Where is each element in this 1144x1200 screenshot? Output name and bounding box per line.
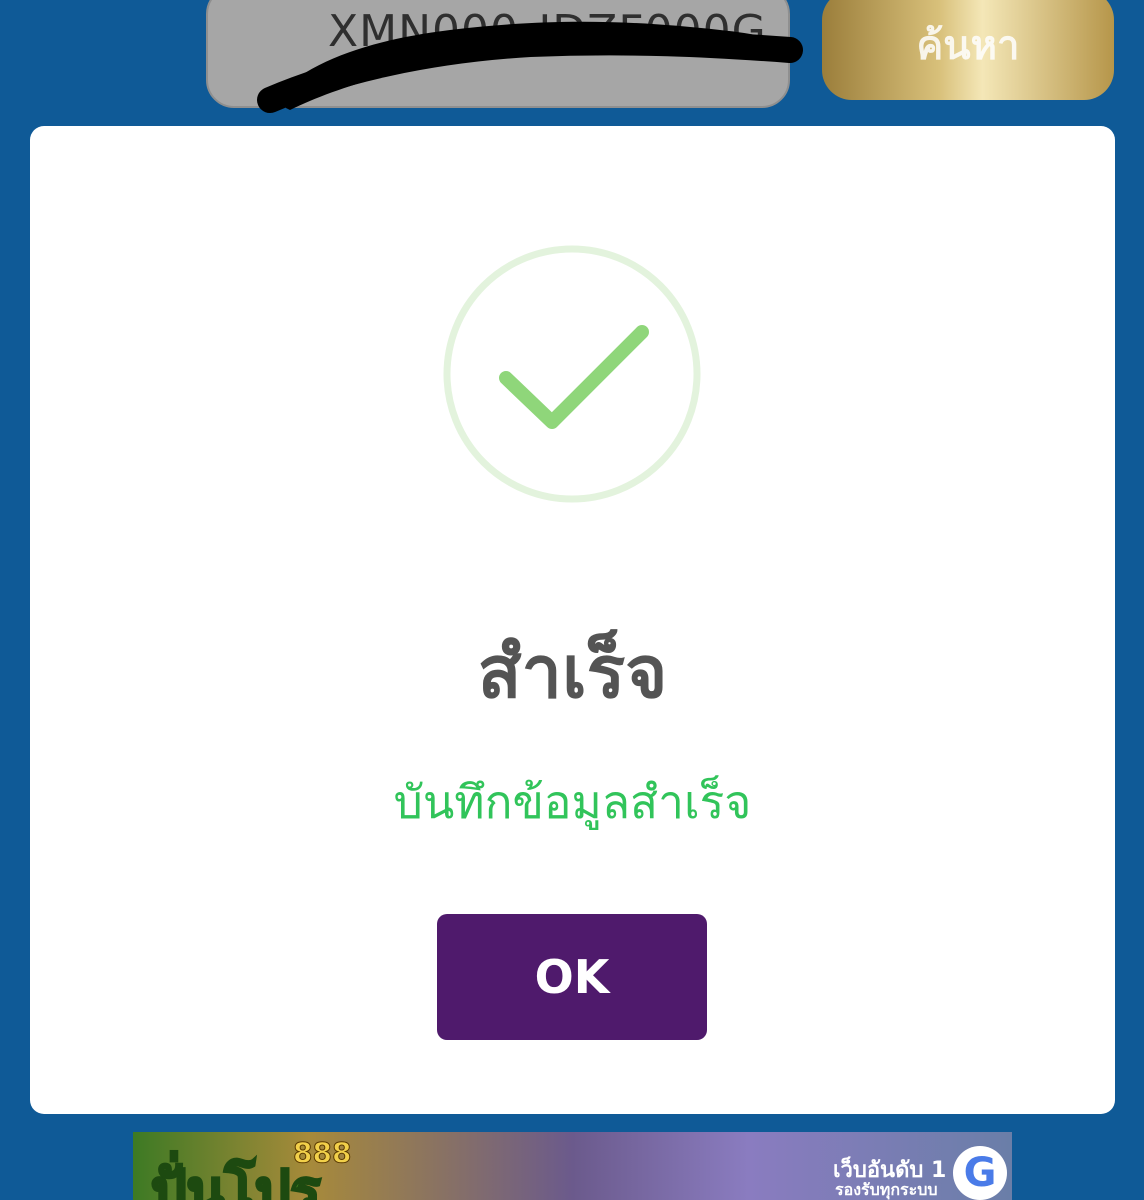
modal-title: สำเร็จ — [477, 630, 668, 714]
modal-message: บันทึกข้อมูลสำเร็จ — [393, 775, 752, 829]
search-button-label: ค้นหา — [916, 23, 1020, 69]
success-modal: สำเร็จ บันทึกข้อมูลสำเร็จ OK — [30, 126, 1115, 1114]
success-check-icon — [443, 245, 701, 503]
ok-button[interactable]: OK — [437, 914, 707, 1040]
redaction-scribble — [257, 21, 803, 113]
banner-subtagline: รองรับทุกระบบ — [835, 1180, 938, 1199]
search-button[interactable]: ค้นหา — [822, 0, 1114, 100]
promo-banner[interactable]: ปั่นโปร 888 เว็บอันดับ 1 รองรับทุกระบบ G — [133, 1132, 1012, 1200]
banner-logo-number: 888 — [292, 1136, 352, 1170]
google-icon: G — [953, 1146, 1007, 1200]
